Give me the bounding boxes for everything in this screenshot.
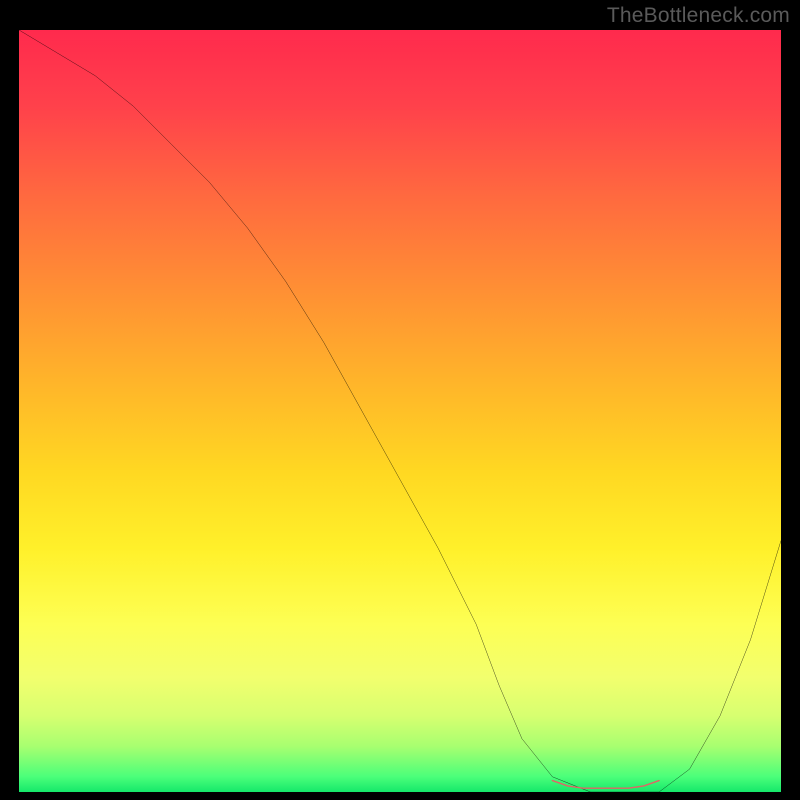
curve-svg [19, 30, 781, 792]
bottleneck-curve [19, 30, 781, 792]
plot-area [19, 30, 781, 792]
attribution-label: TheBottleneck.com [607, 4, 790, 28]
optimal-range-marker [552, 781, 659, 789]
chart-stage: TheBottleneck.com [0, 0, 800, 800]
